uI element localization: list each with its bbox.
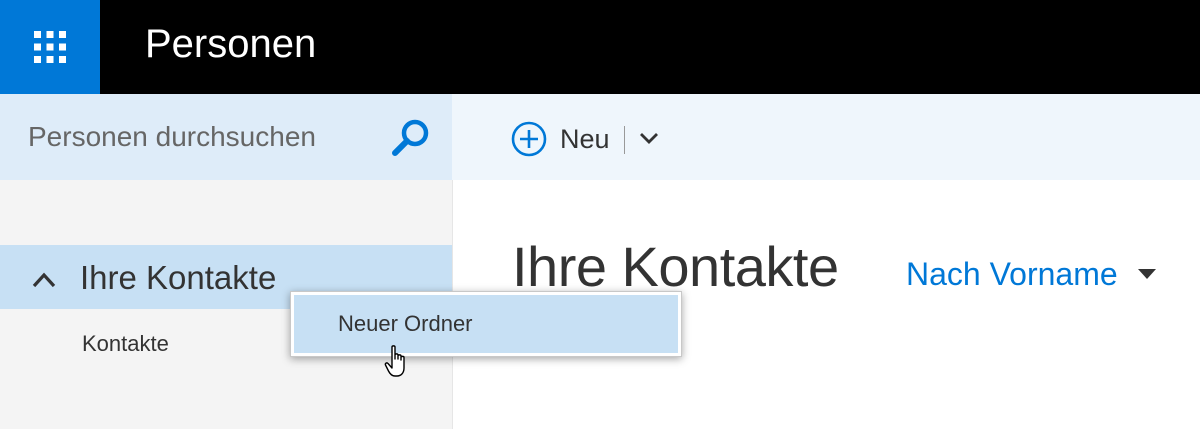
chevron-up-icon[interactable] [30,270,58,290]
search-button[interactable] [388,116,436,160]
nav-item-kontakte[interactable]: Kontakte [82,330,169,358]
new-dropdown-button[interactable] [634,124,664,154]
context-menu-item-neuer-ordner[interactable]: Neuer Ordner [294,295,678,353]
context-menu: Neuer Ordner [290,291,682,357]
toolbar-separator [624,126,625,154]
sort-label: Nach Vorname [906,256,1118,292]
new-button-label: Neu [560,123,610,154]
search-box [0,94,452,180]
search-input[interactable] [0,94,380,180]
new-button[interactable]: Neu [510,118,610,160]
search-icon [392,119,429,156]
waffle-icon [34,31,66,63]
sort-dropdown[interactable]: Nach Vorname [906,252,1158,296]
app-title: Personen [145,22,317,66]
plus-circle-icon [511,121,547,157]
nav-group-label: Ihre Kontakte [80,259,277,296]
caret-down-icon [1137,269,1156,279]
chevron-down-icon [640,133,658,144]
app-launcher-button[interactable] [0,0,100,94]
